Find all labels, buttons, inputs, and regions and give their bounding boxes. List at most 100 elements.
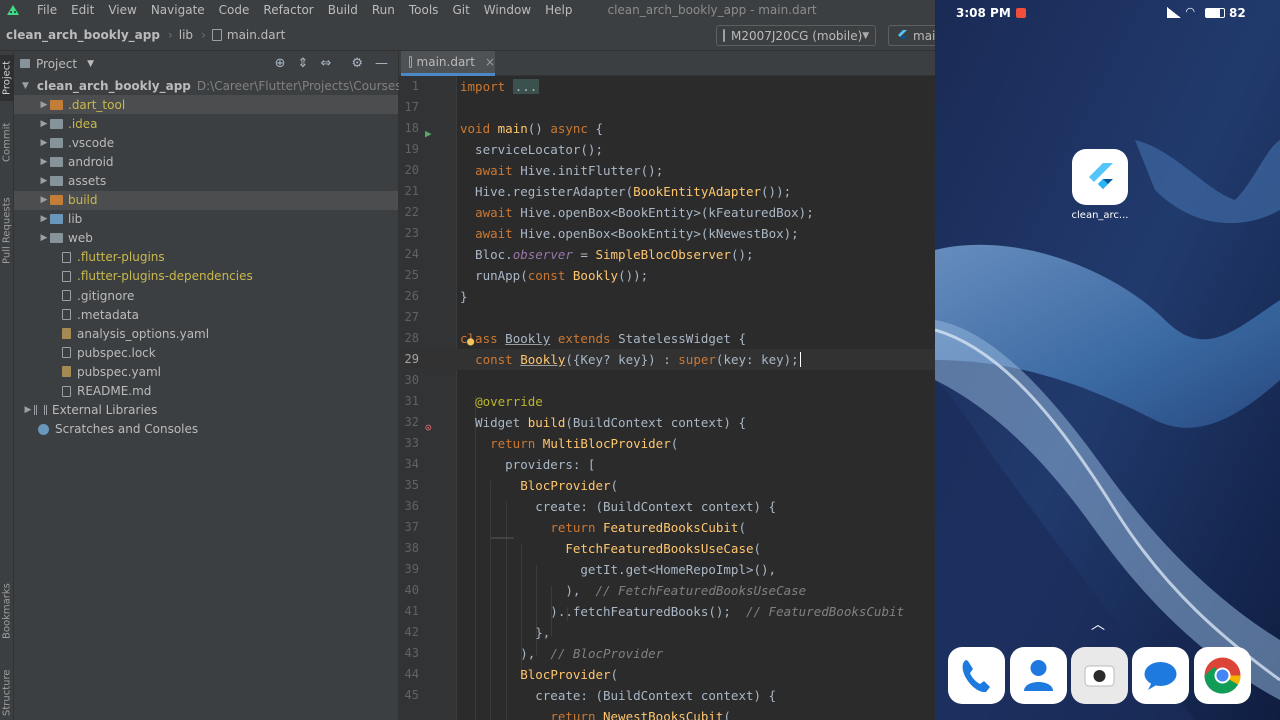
chevron-right-icon[interactable]: ▶ [38, 176, 50, 186]
wifi-icon: ◠ [1186, 5, 1195, 18]
chevron-right-icon[interactable]: ▶ [38, 214, 50, 224]
code-line: 32 ⊙ Widget build(BuildContext context) { [399, 412, 935, 434]
code-line: 36 create: (BuildContext context) { [404, 499, 777, 514]
menu-tools[interactable]: Tools [402, 3, 446, 17]
code-line: 19 serviceLocator(); [404, 142, 603, 157]
menu-run[interactable]: Run [365, 3, 402, 17]
device-selector[interactable]: M2007J20CG (mobile) ▼ [716, 25, 876, 46]
phone-call-icon [962, 660, 990, 693]
bookmarks-tool-tab[interactable]: Bookmarks [0, 579, 14, 643]
chevron-down-icon[interactable]: ▼ [22, 81, 29, 91]
menu-help[interactable]: Help [538, 3, 579, 17]
signal-icon [1167, 7, 1181, 18]
project-tool-tab[interactable]: Project [0, 55, 14, 101]
gear-icon[interactable]: ⚙ [351, 56, 363, 71]
contacts-icon [1024, 660, 1053, 691]
code-line: 40 ), // FetchFeaturedBooksUseCase [404, 583, 807, 598]
tree-item-pubspec-yaml[interactable]: pubspec.yaml [14, 362, 398, 381]
chevron-right-icon[interactable]: ▶ [38, 138, 50, 148]
dock-phone-app[interactable] [948, 647, 1005, 704]
chevron-right-icon[interactable]: ▶ [38, 157, 50, 167]
tree-item-dart-tool[interactable]: ▶ .dart_tool [14, 95, 398, 115]
code-area[interactable]: 1 import ... 17 18 ▶ void main() async { 19… [399, 76, 935, 720]
collapse-all-icon[interactable]: ⇔ [320, 56, 331, 71]
menu-file[interactable]: File [30, 3, 64, 17]
dock-camera-app[interactable] [1071, 647, 1128, 704]
breadcrumb-folder[interactable]: lib [179, 28, 193, 42]
dart-file-icon [211, 29, 222, 41]
menu-refactor[interactable]: Refactor [256, 3, 320, 17]
chevron-right-icon[interactable]: ▶ [38, 195, 50, 205]
structure-tool-tab[interactable]: Structure [0, 665, 14, 720]
chevron-right-icon[interactable]: ▶ [38, 233, 50, 243]
battery-icon [1205, 8, 1225, 18]
dock-messages-app[interactable] [1132, 647, 1189, 704]
tree-item-web[interactable]: ▶ web [14, 229, 398, 248]
code-line: 30 [404, 373, 419, 387]
tab-main-dart[interactable]: main.dart × [401, 51, 495, 76]
flutter-icon [1089, 163, 1113, 189]
menu-navigate[interactable]: Navigate [144, 3, 212, 17]
minimize-icon[interactable]: — [375, 56, 388, 71]
commit-tool-tab[interactable]: Commit [0, 121, 14, 163]
breadcrumb-separator: › [201, 28, 206, 42]
code-line: return NewestBooksCubit( [550, 709, 731, 720]
phone-icon [723, 29, 725, 42]
app-drawer-chevron-icon[interactable]: ︿ [1091, 614, 1105, 634]
breadcrumb-project[interactable]: clean_arch_bookly_app [0, 28, 160, 42]
breadcrumb-file[interactable]: main.dart [227, 28, 285, 42]
status-time: 3:08 PM [956, 6, 1011, 20]
code-line: 39 getIt.get<HomeRepoImpl>(), [404, 562, 777, 577]
menu-edit[interactable]: Edit [64, 3, 101, 17]
close-icon[interactable]: × [485, 55, 495, 69]
project-panel-header: Project ▼ ⊕ ⇕ ⇔ ⚙ — [14, 51, 398, 76]
folder-icon [50, 156, 63, 167]
camera-icon [1084, 665, 1115, 687]
tree-item-lib[interactable]: ▶ lib [14, 210, 398, 229]
menu-window[interactable]: Window [477, 3, 538, 17]
tree-root[interactable]: ▼ clean_arch_bookly_app D:\Career\Flutte… [14, 76, 453, 95]
phone-screen: 3:08 PM ◠ 82 clean_arc... ︿ [935, 0, 1280, 720]
android-studio-icon [7, 5, 19, 15]
locate-icon[interactable]: ⊕ [275, 56, 286, 71]
messages-icon [1144, 662, 1177, 690]
menu-git[interactable]: Git [445, 3, 476, 17]
tree-item-analysis-options[interactable]: analysis_options.yaml [14, 324, 398, 343]
tree-item-scratches[interactable]: Scratches and Consoles [14, 420, 398, 439]
device-name: M2007J20CG (mobile) [731, 28, 863, 43]
chevron-down-icon[interactable]: ▼ [87, 59, 94, 69]
file-icon [62, 347, 71, 359]
tree-item-metadata[interactable]: .metadata [14, 305, 398, 324]
chevron-right-icon[interactable]: ▶ [38, 119, 50, 129]
code-line: 41 )..fetchFeaturedBooks(); // FeaturedB… [404, 604, 905, 619]
markdown-file-icon [62, 385, 71, 397]
tree-root-name: clean_arch_bookly_app [36, 78, 191, 93]
tree-item-readme[interactable]: README.md [14, 382, 398, 401]
tree-item-flutter-plugins-dependencies[interactable]: .flutter-plugins-dependencies [14, 267, 398, 286]
breadcrumb-separator: › [167, 28, 173, 42]
wallpaper-image [935, 0, 1280, 720]
app-icon-clean-arch[interactable] [1072, 149, 1128, 205]
tree-item-assets[interactable]: ▶ assets [14, 171, 398, 190]
tree-item-idea[interactable]: ▶ .idea [14, 114, 398, 133]
file-icon [62, 309, 71, 321]
dock-chrome-app[interactable] [1194, 647, 1251, 704]
tree-item-flutter-plugins[interactable]: .flutter-plugins [14, 248, 398, 267]
dock-contacts-app[interactable] [1010, 647, 1067, 704]
expand-all-icon[interactable]: ⇕ [298, 56, 309, 71]
tree-item-pubspec-lock[interactable]: pubspec.lock [14, 343, 398, 362]
menu-code[interactable]: Code [212, 3, 257, 17]
project-view-title[interactable]: Project [36, 57, 77, 71]
tree-item-external-libraries[interactable]: ▶ External Libraries [14, 401, 398, 420]
tree-item-android[interactable]: ▶ android [14, 152, 398, 171]
tree-item-vscode[interactable]: ▶ .vscode [14, 133, 398, 152]
menu-build[interactable]: Build [321, 3, 365, 17]
tree-item-gitignore[interactable]: .gitignore [14, 286, 398, 305]
chevron-right-icon[interactable]: ▶ [22, 405, 34, 415]
tree-item-build[interactable]: ▶ build [14, 190, 398, 210]
pull-requests-tool-tab[interactable]: Pull Requests [0, 191, 14, 271]
menu-bar: File Edit View Navigate Code Refactor Bu… [0, 0, 935, 20]
navigation-bar: clean_arch_bookly_app › lib › main.dart … [0, 20, 948, 51]
menu-view[interactable]: View [101, 3, 143, 17]
chevron-right-icon[interactable]: ▶ [38, 100, 50, 110]
